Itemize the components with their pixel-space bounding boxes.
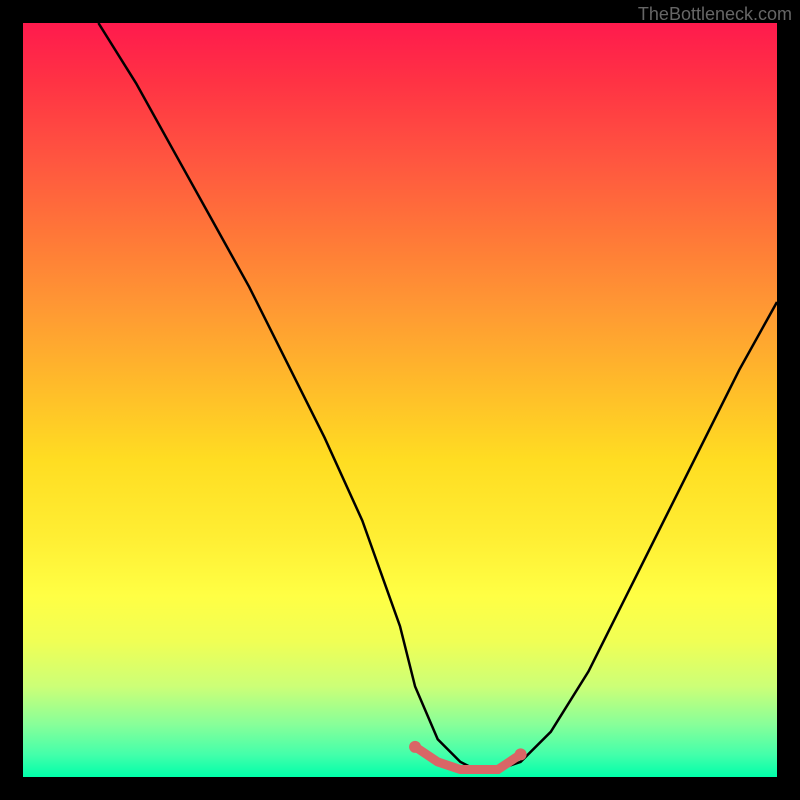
bottom-highlight-line bbox=[415, 747, 520, 770]
chart-plot-area bbox=[23, 23, 777, 777]
watermark-text: TheBottleneck.com bbox=[638, 4, 792, 25]
main-curve-line bbox=[98, 23, 777, 770]
chart-svg bbox=[23, 23, 777, 777]
highlight-right-dot bbox=[515, 748, 527, 760]
highlight-left-dot bbox=[409, 741, 421, 753]
